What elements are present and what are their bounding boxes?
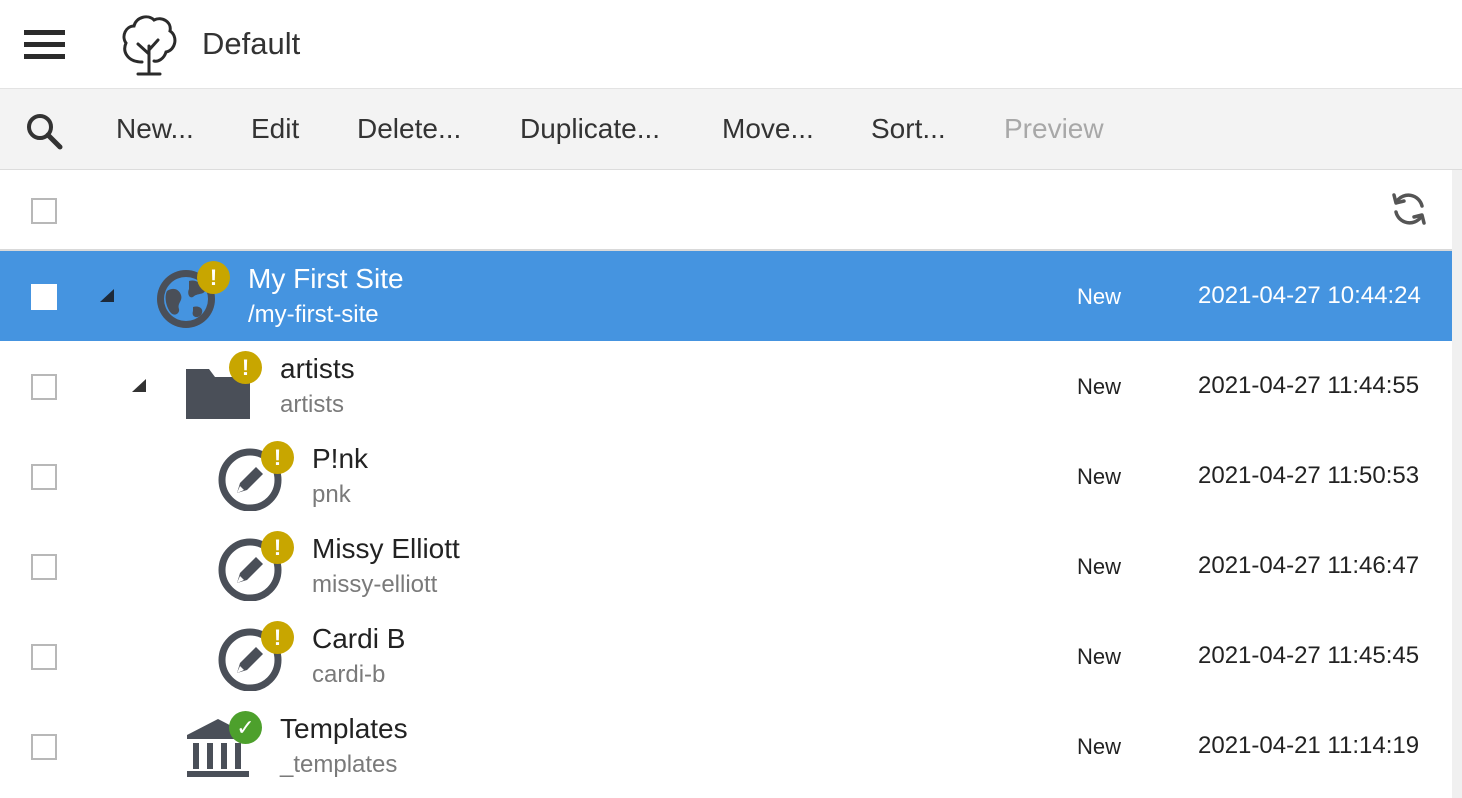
- row-checkbox[interactable]: [31, 284, 57, 310]
- tree-row-pnk[interactable]: ! P!nk pnk New 2021-04-27 11:50:53: [0, 431, 1452, 521]
- row-checkbox[interactable]: [31, 734, 57, 760]
- status-label: New: [1077, 284, 1122, 309]
- sort-button[interactable]: Sort...: [871, 113, 946, 145]
- status-label: New: [1077, 734, 1122, 759]
- row-title: Cardi B: [312, 623, 406, 654]
- warning-badge-icon: !: [197, 261, 230, 294]
- app-title: Default: [202, 26, 301, 61]
- row-title: Missy Elliott: [312, 533, 460, 564]
- modified-date: 2021-04-21 11:14:19: [1198, 732, 1420, 759]
- tree-row-artists[interactable]: ! artists artists New 2021-04-27 11:44:5…: [0, 341, 1452, 431]
- row-title: artists: [280, 353, 355, 384]
- tree-row-cardi-b[interactable]: ! Cardi B cardi-b New 2021-04-27 11:45:4…: [0, 611, 1452, 701]
- hamburger-menu-icon[interactable]: [24, 30, 65, 62]
- collapse-toggle-icon[interactable]: [100, 289, 114, 302]
- duplicate-button[interactable]: Duplicate...: [520, 113, 660, 145]
- row-path: cardi-b: [312, 661, 386, 688]
- tree-row-my-first-site[interactable]: ! My First Site /my-first-site New 2021-…: [0, 251, 1452, 341]
- scrollbar[interactable]: [1452, 170, 1462, 798]
- delete-button[interactable]: Delete...: [357, 113, 461, 145]
- row-title: My First Site: [248, 263, 404, 294]
- app-header: Default: [0, 0, 1462, 89]
- status-label: New: [1077, 644, 1122, 669]
- row-title: Templates: [280, 713, 408, 744]
- status-label: New: [1077, 374, 1122, 399]
- status-label: New: [1077, 554, 1122, 579]
- warning-badge-icon: !: [261, 441, 294, 474]
- move-button[interactable]: Move...: [722, 113, 814, 145]
- modified-date: 2021-04-27 11:44:55: [1198, 372, 1420, 399]
- modified-date: 2021-04-27 11:50:53: [1198, 462, 1420, 489]
- row-checkbox[interactable]: [31, 464, 57, 490]
- edit-button[interactable]: Edit: [251, 113, 299, 145]
- new-button[interactable]: New...: [116, 113, 194, 145]
- row-path: artists: [280, 391, 345, 418]
- refresh-icon[interactable]: [1390, 190, 1428, 228]
- row-path: missy-elliott: [312, 571, 438, 598]
- select-all-checkbox[interactable]: [31, 198, 57, 224]
- tree-row-missy-elliott[interactable]: ! Missy Elliott missy-elliott New 2021-0…: [0, 521, 1452, 611]
- tree-row-templates[interactable]: ✓ Templates _templates New 2021-04-21 11…: [0, 701, 1452, 791]
- row-checkbox[interactable]: [31, 554, 57, 580]
- row-title: P!nk: [312, 443, 369, 474]
- modified-date: 2021-04-27 10:44:24: [1198, 282, 1421, 309]
- content-tree: ! My First Site /my-first-site New 2021-…: [0, 251, 1452, 791]
- preview-button[interactable]: Preview: [1004, 113, 1104, 145]
- collapse-toggle-icon[interactable]: [132, 379, 146, 392]
- published-check-icon: ✓: [229, 711, 262, 744]
- row-checkbox[interactable]: [31, 644, 57, 670]
- toolbar: New... Edit Delete... Duplicate... Move.…: [0, 89, 1462, 170]
- list-header: [0, 170, 1452, 251]
- modified-date: 2021-04-27 11:45:45: [1198, 642, 1420, 669]
- tree-logo-icon: [122, 15, 177, 76]
- row-checkbox[interactable]: [31, 374, 57, 400]
- warning-badge-icon: !: [261, 621, 294, 654]
- row-path: pnk: [312, 481, 351, 508]
- status-label: New: [1077, 464, 1122, 489]
- modified-date: 2021-04-27 11:46:47: [1198, 552, 1420, 579]
- warning-badge-icon: !: [229, 351, 262, 384]
- warning-badge-icon: !: [261, 531, 294, 564]
- row-path: _templates: [280, 751, 398, 778]
- search-icon[interactable]: [24, 111, 64, 151]
- row-path: /my-first-site: [248, 301, 379, 328]
